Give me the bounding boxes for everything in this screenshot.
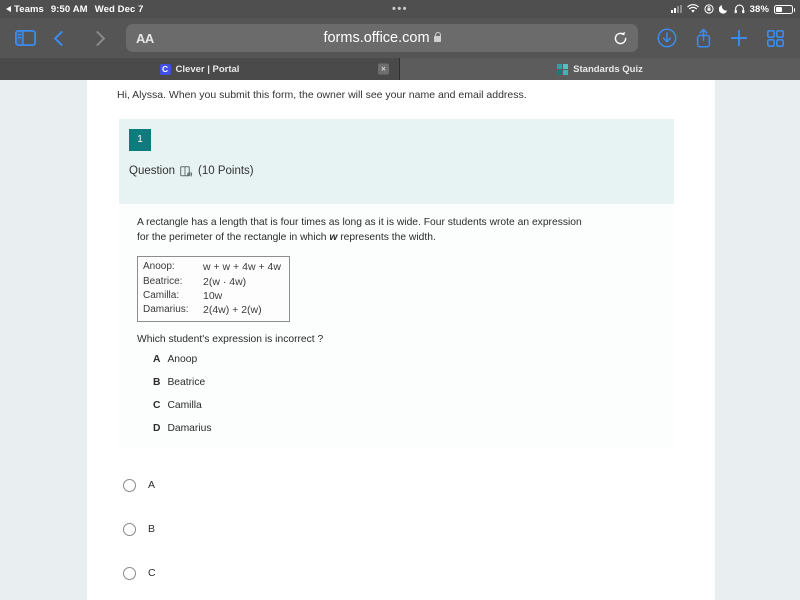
option-label: B	[148, 523, 156, 536]
headphones-icon	[734, 4, 745, 14]
question-title-row: Question (10 Points)	[129, 165, 674, 177]
tab-grid-icon	[766, 29, 784, 47]
reload-button[interactable]	[613, 31, 628, 46]
question-body-image: A rectangle has a length that is four ti…	[119, 202, 674, 449]
student-name: Anoop:	[143, 261, 175, 273]
page-settings-button[interactable]: AA	[136, 31, 154, 46]
back-to-teams-button[interactable]: Teams	[6, 4, 44, 15]
question-label: Question	[129, 164, 176, 177]
list-item: A Anoop	[137, 354, 674, 365]
question-card: 1 Question (10 Points) A rectangle has a…	[119, 118, 674, 449]
student-expression: 10w	[203, 289, 223, 302]
table-row: Beatrice: 2(w · 4w)	[143, 275, 281, 289]
ipad-safari-screen: Teams 9:50 AM Wed Dec 7 ••• 38% AA forms…	[0, 0, 800, 600]
student-name: Camilla:	[143, 289, 180, 301]
student-expression: 2(w · 4w)	[203, 275, 247, 288]
image-answer-choices: A Anoop B Beatrice C Camilla D Damarius	[137, 354, 674, 434]
option-b[interactable]: B	[123, 514, 715, 544]
choice-text: Beatrice	[167, 377, 206, 389]
tab-close-button[interactable]: ×	[378, 63, 389, 75]
question-stem-line1: A rectangle has a length that is four ti…	[137, 216, 530, 228]
status-bar-left: Teams 9:50 AM Wed Dec 7	[0, 4, 143, 15]
choice-letter: C	[153, 400, 161, 412]
download-icon	[657, 28, 677, 48]
do-not-disturb-moon-icon	[718, 5, 727, 14]
share-button[interactable]	[688, 23, 718, 53]
list-item: C Camilla	[137, 400, 674, 411]
forward-button[interactable]	[82, 23, 112, 53]
question-prompt: Which student's expression is incorrect …	[137, 334, 324, 346]
address-bar[interactable]: AA forms.office.com	[126, 24, 638, 52]
back-button[interactable]	[46, 23, 76, 53]
option-c[interactable]: C	[123, 558, 715, 588]
wifi-icon	[686, 4, 699, 13]
form-greeting: Hi, Alyssa. When you submit this form, t…	[117, 89, 527, 101]
ios-status-bar: Teams 9:50 AM Wed Dec 7 ••• 38%	[0, 0, 800, 18]
sidebar-icon	[14, 30, 36, 46]
answer-options: A B C D	[123, 470, 715, 600]
student-expression: 2(4w) + 2(w)	[203, 304, 262, 316]
chevron-right-icon	[89, 30, 105, 46]
question-header: 1 Question (10 Points)	[119, 118, 674, 203]
tab-standards-quiz[interactable]: Standards Quiz	[400, 58, 800, 80]
table-row: Damarius: 2(4w) + 2(w)	[143, 303, 281, 317]
choice-text: Anoop	[167, 354, 198, 366]
signal-bars-icon	[670, 5, 682, 13]
status-bar-date: Wed Dec 7	[94, 3, 144, 15]
screen-lock-rotation-icon	[704, 4, 714, 14]
option-label: A	[148, 479, 156, 492]
back-triangle-icon	[6, 6, 11, 12]
student-name: Damarius:	[143, 304, 189, 315]
question-stem: A rectangle has a length that is four ti…	[137, 216, 582, 246]
tab-title: Clever | Portal	[175, 63, 240, 75]
question-points: (10 Points)	[198, 164, 254, 177]
list-item: B Beatrice	[137, 377, 674, 388]
clever-c-icon: C	[159, 63, 171, 75]
new-tab-button[interactable]	[724, 23, 754, 53]
back-app-label: Teams	[14, 3, 44, 15]
student-expression: w + w + 4w + 4w	[203, 261, 281, 274]
forms-page: Hi, Alyssa. When you submit this form, t…	[87, 80, 715, 600]
table-row: Camilla: 10w	[143, 289, 281, 303]
status-bar-right: 38%	[670, 3, 800, 15]
choice-text: Damarius	[167, 423, 212, 435]
plus-icon	[730, 29, 748, 47]
safari-toolbar: AA forms.office.com	[0, 18, 800, 58]
choice-letter: B	[153, 377, 161, 389]
chevron-left-icon	[53, 30, 69, 46]
address-bar-url: forms.office.com	[323, 30, 430, 46]
question-stem-variable: w	[329, 231, 338, 243]
sidebar-toggle-button[interactable]	[10, 23, 40, 53]
radio-button[interactable]	[123, 478, 136, 492]
option-a[interactable]: A	[123, 470, 715, 500]
choice-text: Camilla	[167, 400, 202, 412]
list-item: D Damarius	[137, 423, 674, 434]
student-name: Beatrice:	[143, 275, 183, 287]
status-bar-time: 9:50 AM	[50, 3, 88, 15]
student-expressions-table: Anoop: w + w + 4w + 4w Beatrice: 2(w · 4…	[137, 256, 290, 323]
question-number-badge: 1	[129, 128, 151, 151]
downloads-button[interactable]	[652, 23, 682, 53]
radio-button[interactable]	[123, 522, 136, 536]
choice-letter: A	[153, 354, 161, 366]
battery-percent-label: 38%	[749, 3, 769, 15]
option-label: C	[148, 567, 156, 580]
tab-title: Standards Quiz	[573, 63, 643, 75]
radio-button[interactable]	[123, 566, 136, 580]
webview: Hi, Alyssa. When you submit this form, t…	[0, 80, 800, 600]
battery-icon	[774, 4, 795, 14]
share-icon	[696, 28, 710, 48]
question-stem-line2-after: represents the width.	[340, 231, 436, 243]
choice-letter: D	[153, 423, 161, 435]
tab-overview-button[interactable]	[760, 23, 790, 53]
microsoft-forms-icon	[557, 63, 569, 75]
read-aloud-speaker-icon[interactable]	[180, 165, 193, 178]
safari-tab-bar: C Clever | Portal × Standards Quiz	[0, 58, 800, 80]
address-bar-url-group: forms.office.com	[126, 30, 638, 46]
lock-icon	[433, 32, 442, 42]
table-row: Anoop: w + w + 4w + 4w	[143, 260, 281, 274]
reload-icon	[614, 31, 627, 44]
tab-clever-portal[interactable]: C Clever | Portal ×	[0, 58, 400, 80]
